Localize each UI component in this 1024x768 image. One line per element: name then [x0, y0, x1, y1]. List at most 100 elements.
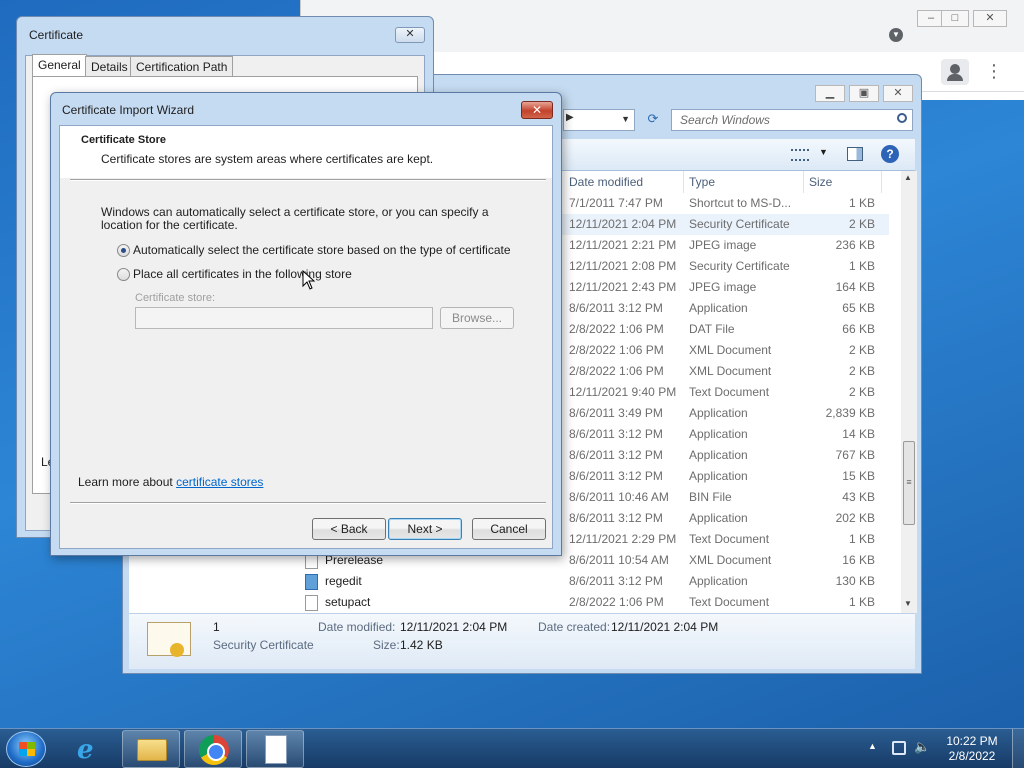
- details-size-value: 1.42 KB: [400, 638, 443, 652]
- file-size: 1 KB: [848, 595, 875, 609]
- file-size: 2 KB: [848, 343, 875, 357]
- file-date: 2/8/2022 1:06 PM: [569, 322, 664, 336]
- taskbar-file-explorer[interactable]: [122, 730, 180, 768]
- clock-time: 10:22 PM: [946, 734, 998, 748]
- tab-certification-path[interactable]: Certification Path: [130, 56, 234, 76]
- certificate-store-field: [135, 307, 433, 329]
- details-modified-value: 12/11/2021 2:04 PM: [400, 620, 508, 634]
- vertical-scrollbar[interactable]: ▲ ≡ ▼: [901, 171, 917, 613]
- file-date: 12/11/2021 2:29 PM: [569, 532, 677, 546]
- table-row[interactable]: setupact 2/8/2022 1:06 PM Text Document 1 K…: [129, 592, 889, 613]
- column-divider[interactable]: [683, 171, 684, 193]
- explorer-maximize-button[interactable]: ▣: [849, 85, 879, 102]
- details-file-name: 1: [213, 620, 220, 634]
- file-size: 1 KB: [848, 196, 875, 210]
- scroll-thumb[interactable]: ≡: [903, 441, 915, 525]
- file-type: Security Certificate: [689, 217, 790, 231]
- file-size: 15 KB: [842, 469, 875, 483]
- file-size: 767 KB: [835, 448, 875, 462]
- radio-auto-select-label[interactable]: Automatically select the certificate sto…: [133, 243, 511, 257]
- file-date: 7/1/2011 7:47 PM: [569, 196, 663, 210]
- file-type: JPEG image: [689, 280, 757, 294]
- certificate-stores-link[interactable]: certificate stores: [176, 475, 263, 489]
- preview-pane-icon[interactable]: [847, 147, 863, 161]
- internet-explorer-icon: e: [77, 735, 94, 765]
- import-wizard-dialog: Certificate Import Wizard ✕ Certificate …: [50, 92, 562, 556]
- file-type: Security Certificate: [689, 259, 790, 273]
- certificate-close-button[interactable]: ✕: [395, 27, 425, 43]
- file-size: 43 KB: [842, 490, 875, 504]
- file-date: 8/6/2011 3:49 PM: [569, 406, 663, 420]
- file-date: 8/6/2011 10:46 AM: [569, 490, 669, 504]
- header-divider: [70, 179, 546, 181]
- tab-details[interactable]: Details: [85, 56, 134, 76]
- start-button[interactable]: [6, 731, 46, 767]
- file-size: 14 KB: [842, 427, 875, 441]
- tab-general[interactable]: General: [32, 54, 87, 76]
- scroll-up-icon[interactable]: ▲: [904, 173, 912, 182]
- folder-icon: [137, 739, 167, 761]
- file-type: JPEG image: [689, 238, 757, 252]
- column-header-type[interactable]: Type: [689, 171, 715, 193]
- file-size: 1 KB: [848, 259, 875, 273]
- chrome-tab-search-icon[interactable]: ▼: [889, 28, 903, 42]
- file-date: 2/8/2022 1:06 PM: [569, 343, 664, 357]
- show-desktop-button[interactable]: [1012, 729, 1024, 768]
- file-date: 2/8/2022 1:06 PM: [569, 364, 664, 378]
- volume-icon[interactable]: 🔈: [914, 739, 930, 755]
- address-dropdown-icon[interactable]: ▼: [621, 114, 630, 124]
- details-created-value: 12/11/2021 2:04 PM: [611, 620, 719, 634]
- view-dropdown-icon[interactable]: ▼: [819, 147, 828, 157]
- browse-button: Browse...: [440, 307, 514, 329]
- taskbar-internet-explorer[interactable]: e: [60, 730, 118, 768]
- help-icon[interactable]: ?: [881, 145, 899, 163]
- wizard-description: Windows can automatically select a certi…: [101, 205, 489, 232]
- next-button[interactable]: Next >: [388, 518, 462, 540]
- file-type: Application: [689, 427, 748, 441]
- column-divider[interactable]: [803, 171, 804, 193]
- chrome-close-button[interactable]: ✕: [973, 10, 1007, 27]
- column-header-size[interactable]: Size: [809, 171, 832, 193]
- explorer-close-button[interactable]: ✕: [883, 85, 913, 102]
- system-clock[interactable]: 10:22 PM 2/8/2022: [944, 734, 1000, 764]
- cancel-button[interactable]: Cancel: [472, 518, 546, 540]
- address-bar[interactable]: ▶ ▼: [563, 109, 635, 131]
- back-button[interactable]: < Back: [312, 518, 386, 540]
- radio-place-in-store-label[interactable]: Place all certificates in the following …: [133, 267, 352, 281]
- chrome-menu-icon[interactable]: ⋮: [985, 60, 1003, 82]
- column-header-date[interactable]: Date modified: [569, 171, 643, 193]
- column-divider[interactable]: [881, 171, 882, 193]
- show-hidden-icons-icon[interactable]: ▲: [868, 741, 877, 751]
- wizard-title: Certificate Import Wizard: [62, 103, 195, 117]
- taskbar-certificate[interactable]: [246, 730, 304, 768]
- file-date: 8/6/2011 3:12 PM: [569, 469, 663, 483]
- certificate-file-icon: [147, 622, 191, 657]
- file-size: 2 KB: [848, 217, 875, 231]
- explorer-minimize-button[interactable]: ▁: [815, 85, 845, 102]
- file-type: Text Document: [689, 385, 770, 399]
- file-type: XML Document: [689, 364, 772, 378]
- scroll-down-icon[interactable]: ▼: [904, 599, 912, 608]
- breadcrumb-arrow-icon: ▶: [566, 112, 574, 123]
- file-size: 65 KB: [842, 301, 875, 315]
- wizard-close-button[interactable]: ✕: [521, 101, 553, 119]
- file-date: 2/8/2022 1:06 PM: [569, 595, 664, 609]
- wizard-header: Certificate Store Certificate stores are…: [60, 126, 552, 178]
- view-options-icon[interactable]: [791, 149, 809, 161]
- file-size: 130 KB: [835, 574, 875, 588]
- taskbar-chrome[interactable]: [184, 730, 242, 768]
- radio-place-in-store[interactable]: [117, 268, 130, 281]
- details-file-type: Security Certificate: [213, 638, 314, 652]
- refresh-icon[interactable]: ⟳: [641, 109, 665, 131]
- profile-icon[interactable]: [941, 59, 969, 85]
- chrome-icon: [199, 735, 229, 765]
- details-modified-label: Date modified:: [318, 620, 396, 634]
- chrome-maximize-button[interactable]: □: [941, 10, 969, 27]
- table-row[interactable]: regedit 8/6/2011 3:12 PM Application 130 KB: [129, 571, 889, 592]
- file-size: 66 KB: [842, 322, 875, 336]
- learn-more-prefix: Learn more about: [78, 475, 177, 489]
- radio-auto-select[interactable]: [117, 244, 130, 257]
- file-date: 8/6/2011 10:54 AM: [569, 553, 669, 567]
- search-input[interactable]: Search Windows: [671, 109, 913, 131]
- network-icon[interactable]: [892, 741, 906, 755]
